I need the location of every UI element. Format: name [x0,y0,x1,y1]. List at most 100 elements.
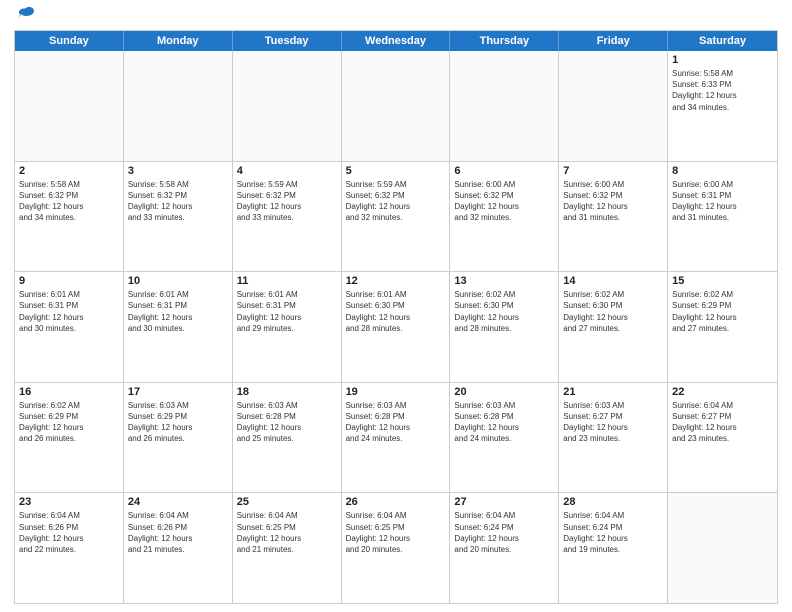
calendar-row: 2Sunrise: 5:58 AM Sunset: 6:32 PM Daylig… [15,162,777,273]
calendar-cell [15,51,124,161]
header-day-monday: Monday [124,31,233,51]
calendar-cell: 3 Sunrise: 5:58 AM Sunset: 6:32 PM Daylig… [124,162,233,272]
calendar-cell: 9Sunrise: 6:01 AM Sunset: 6:31 PM Daylig… [15,272,124,382]
calendar-cell: 21 Sunrise: 6:03 AM Sunset: 6:27 PM Dayli… [559,383,668,493]
calendar-cell: 22 Sunrise: 6:04 AM Sunset: 6:27 PM Dayli… [668,383,777,493]
day-number: 3 [128,165,228,177]
day-info: Sunrise: 5:59 AM Sunset: 6:32 PM Dayligh… [237,179,337,224]
calendar-cell: 10 Sunrise: 6:01 AM Sunset: 6:31 PM Dayli… [124,272,233,382]
day-info: Sunrise: 6:02 AM Sunset: 6:30 PM Dayligh… [454,289,554,334]
header-day-wednesday: Wednesday [342,31,451,51]
calendar-cell: 19 Sunrise: 6:03 AM Sunset: 6:28 PM Dayli… [342,383,451,493]
calendar-cell: 12Sunrise: 6:01 AM Sunset: 6:30 PM Dayli… [342,272,451,382]
day-info: Sunrise: 6:00 AM Sunset: 6:31 PM Dayligh… [672,179,773,224]
day-number: 25 [237,496,337,508]
day-info: Sunrise: 6:03 AM Sunset: 6:28 PM Dayligh… [237,400,337,445]
day-info: Sunrise: 5:58 AM Sunset: 6:32 PM Dayligh… [128,179,228,224]
day-info: Sunrise: 6:04 AM Sunset: 6:27 PM Dayligh… [672,400,773,445]
calendar: SundayMondayTuesdayWednesdayThursdayFrid… [14,30,778,604]
header-day-sunday: Sunday [15,31,124,51]
day-info: Sunrise: 6:03 AM Sunset: 6:28 PM Dayligh… [346,400,446,445]
bird-icon [16,6,36,24]
calendar-cell [559,51,668,161]
calendar-cell [233,51,342,161]
day-number: 15 [672,275,773,287]
header-day-thursday: Thursday [450,31,559,51]
day-number: 16 [19,386,119,398]
day-info: Sunrise: 6:01 AM Sunset: 6:31 PM Dayligh… [237,289,337,334]
day-number: 23 [19,496,119,508]
day-info: Sunrise: 6:02 AM Sunset: 6:30 PM Dayligh… [563,289,663,334]
day-info: Sunrise: 6:02 AM Sunset: 6:29 PM Dayligh… [19,400,119,445]
day-number: 18 [237,386,337,398]
day-info: Sunrise: 5:58 AM Sunset: 6:33 PM Dayligh… [672,68,773,113]
header-day-saturday: Saturday [668,31,777,51]
day-number: 7 [563,165,663,177]
page: SundayMondayTuesdayWednesdayThursdayFrid… [0,0,792,612]
calendar-cell: 15 Sunrise: 6:02 AM Sunset: 6:29 PM Dayli… [668,272,777,382]
calendar-cell: 16 Sunrise: 6:02 AM Sunset: 6:29 PM Dayli… [15,383,124,493]
day-number: 4 [237,165,337,177]
day-info: Sunrise: 6:04 AM Sunset: 6:26 PM Dayligh… [19,510,119,555]
calendar-body: 1 Sunrise: 5:58 AM Sunset: 6:33 PM Daylig… [15,51,777,603]
calendar-cell: 2Sunrise: 5:58 AM Sunset: 6:32 PM Daylig… [15,162,124,272]
day-number: 21 [563,386,663,398]
day-number: 10 [128,275,228,287]
calendar-cell [342,51,451,161]
day-number: 14 [563,275,663,287]
header-day-friday: Friday [559,31,668,51]
calendar-cell [450,51,559,161]
calendar-cell: 7 Sunrise: 6:00 AM Sunset: 6:32 PM Daylig… [559,162,668,272]
day-info: Sunrise: 6:01 AM Sunset: 6:31 PM Dayligh… [19,289,119,334]
day-number: 28 [563,496,663,508]
day-number: 11 [237,275,337,287]
calendar-cell: 4 Sunrise: 5:59 AM Sunset: 6:32 PM Daylig… [233,162,342,272]
calendar-cell: 11 Sunrise: 6:01 AM Sunset: 6:31 PM Dayli… [233,272,342,382]
calendar-cell: 25 Sunrise: 6:04 AM Sunset: 6:25 PM Dayli… [233,493,342,603]
day-number: 27 [454,496,554,508]
day-info: Sunrise: 6:04 AM Sunset: 6:25 PM Dayligh… [237,510,337,555]
day-number: 13 [454,275,554,287]
day-info: Sunrise: 6:04 AM Sunset: 6:25 PM Dayligh… [346,510,446,555]
day-number: 22 [672,386,773,398]
day-info: Sunrise: 6:00 AM Sunset: 6:32 PM Dayligh… [563,179,663,224]
day-info: Sunrise: 6:04 AM Sunset: 6:24 PM Dayligh… [454,510,554,555]
day-info: Sunrise: 5:58 AM Sunset: 6:32 PM Dayligh… [19,179,119,224]
calendar-cell: 27 Sunrise: 6:04 AM Sunset: 6:24 PM Dayli… [450,493,559,603]
calendar-row: 1 Sunrise: 5:58 AM Sunset: 6:33 PM Daylig… [15,51,777,162]
calendar-header: SundayMondayTuesdayWednesdayThursdayFrid… [15,31,777,51]
day-info: Sunrise: 6:01 AM Sunset: 6:31 PM Dayligh… [128,289,228,334]
calendar-cell: 6 Sunrise: 6:00 AM Sunset: 6:32 PM Daylig… [450,162,559,272]
day-info: Sunrise: 6:03 AM Sunset: 6:27 PM Dayligh… [563,400,663,445]
calendar-cell: 24Sunrise: 6:04 AM Sunset: 6:26 PM Dayli… [124,493,233,603]
calendar-cell: 26Sunrise: 6:04 AM Sunset: 6:25 PM Dayli… [342,493,451,603]
calendar-cell: 8 Sunrise: 6:00 AM Sunset: 6:31 PM Daylig… [668,162,777,272]
calendar-cell: 1 Sunrise: 5:58 AM Sunset: 6:33 PM Daylig… [668,51,777,161]
day-number: 8 [672,165,773,177]
day-number: 6 [454,165,554,177]
calendar-row: 9Sunrise: 6:01 AM Sunset: 6:31 PM Daylig… [15,272,777,383]
calendar-cell [124,51,233,161]
day-info: Sunrise: 5:59 AM Sunset: 6:32 PM Dayligh… [346,179,446,224]
calendar-row: 16 Sunrise: 6:02 AM Sunset: 6:29 PM Dayli… [15,383,777,494]
header-day-tuesday: Tuesday [233,31,342,51]
day-info: Sunrise: 6:03 AM Sunset: 6:29 PM Dayligh… [128,400,228,445]
calendar-cell: 17 Sunrise: 6:03 AM Sunset: 6:29 PM Dayli… [124,383,233,493]
calendar-cell: 14 Sunrise: 6:02 AM Sunset: 6:30 PM Dayli… [559,272,668,382]
day-info: Sunrise: 6:02 AM Sunset: 6:29 PM Dayligh… [672,289,773,334]
day-info: Sunrise: 6:01 AM Sunset: 6:30 PM Dayligh… [346,289,446,334]
day-number: 5 [346,165,446,177]
calendar-cell: 20Sunrise: 6:03 AM Sunset: 6:28 PM Dayli… [450,383,559,493]
day-number: 19 [346,386,446,398]
header [14,10,778,24]
day-info: Sunrise: 6:00 AM Sunset: 6:32 PM Dayligh… [454,179,554,224]
calendar-cell: 28 Sunrise: 6:04 AM Sunset: 6:24 PM Dayli… [559,493,668,603]
calendar-row: 23 Sunrise: 6:04 AM Sunset: 6:26 PM Dayli… [15,493,777,603]
calendar-cell: 13 Sunrise: 6:02 AM Sunset: 6:30 PM Dayli… [450,272,559,382]
day-info: Sunrise: 6:04 AM Sunset: 6:26 PM Dayligh… [128,510,228,555]
day-number: 17 [128,386,228,398]
day-number: 1 [672,54,773,66]
day-info: Sunrise: 6:04 AM Sunset: 6:24 PM Dayligh… [563,510,663,555]
calendar-cell [668,493,777,603]
calendar-cell: 18 Sunrise: 6:03 AM Sunset: 6:28 PM Dayli… [233,383,342,493]
